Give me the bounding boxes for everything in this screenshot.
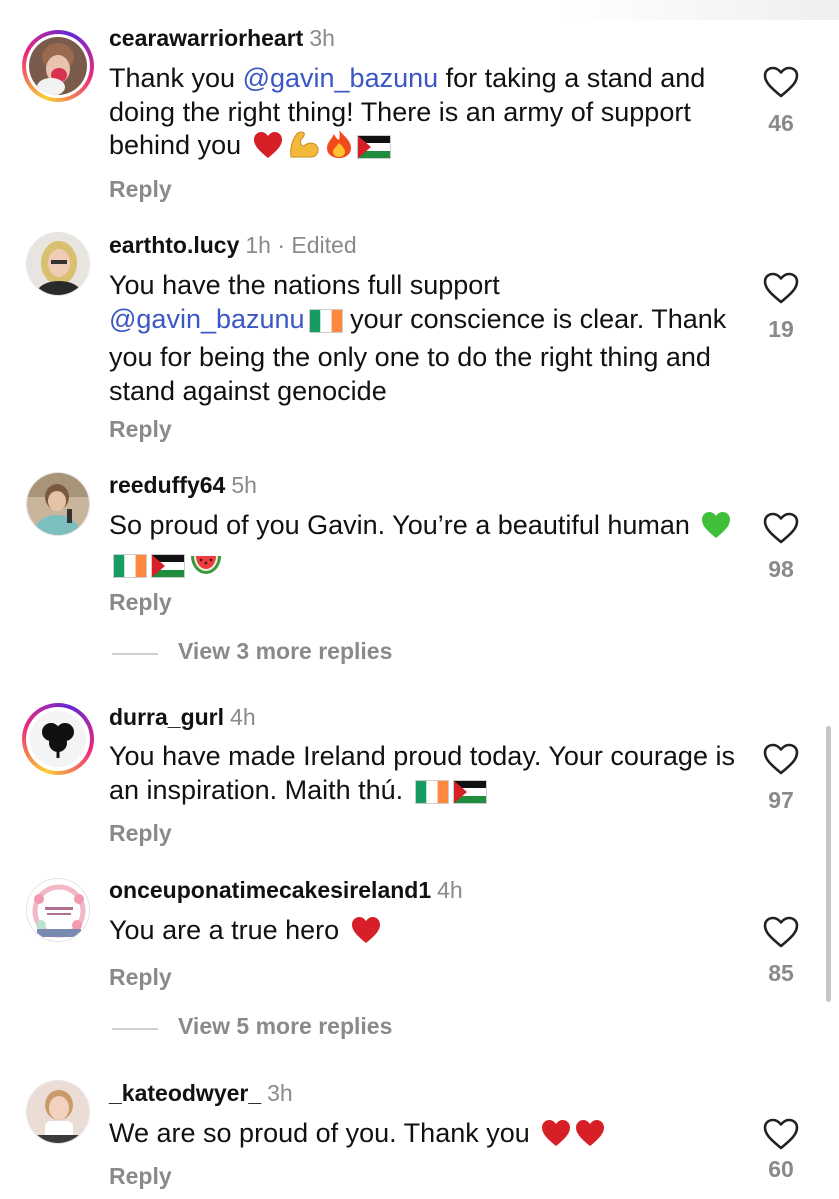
comment-text: So proud of you Gavin. You’re a beautifu…: [109, 509, 739, 586]
top-shadow: [560, 0, 839, 20]
like-count: 46: [768, 110, 794, 136]
comment-time: 1h: [245, 232, 271, 258]
like-count: 85: [768, 960, 794, 986]
comment-text-part: Thank you: [109, 63, 243, 93]
heart-outline-icon[interactable]: [763, 1118, 799, 1150]
like-button[interactable]: 85: [755, 916, 807, 987]
comment-text: Thank you @gavin_bazunu for taking a sta…: [109, 62, 739, 168]
reply-button[interactable]: Reply: [109, 820, 172, 847]
heart-outline-icon[interactable]: [763, 272, 799, 304]
mention-link[interactable]: @gavin_bazunu: [109, 304, 305, 334]
comment-text-part: So proud of you Gavin. You’re a beautifu…: [109, 510, 690, 540]
avatar[interactable]: [22, 228, 94, 300]
like-count: 19: [768, 316, 794, 342]
comment-time: 5h: [231, 472, 257, 498]
palestine-flag-emoji: [452, 779, 487, 813]
avatar[interactable]: [22, 1076, 94, 1148]
like-button[interactable]: 19: [755, 272, 807, 343]
comment-time: 3h: [267, 1080, 293, 1106]
palestine-flag-emoji: [356, 134, 391, 168]
like-button[interactable]: 98: [755, 512, 807, 583]
avatar[interactable]: [22, 874, 94, 946]
reply-button[interactable]: Reply: [109, 176, 172, 203]
red-heart-emoji: [253, 131, 283, 168]
like-button[interactable]: 60: [755, 1118, 807, 1183]
like-count: 60: [768, 1156, 794, 1182]
comment-username[interactable]: reeduffy64: [109, 472, 225, 498]
ireland-flag-emoji: [308, 308, 343, 342]
avatar[interactable]: [22, 30, 94, 102]
like-count: 97: [768, 787, 794, 813]
comment-username[interactable]: cearawarriorheart: [109, 25, 303, 51]
comment-username[interactable]: durra_gurl: [109, 704, 224, 730]
comment-username[interactable]: earthto.lucy: [109, 232, 239, 258]
comment-text-part: You are a true hero: [109, 915, 340, 945]
red-heart-emoji: [541, 1119, 571, 1156]
palestine-flag-emoji: [151, 553, 185, 587]
ireland-flag-emoji: [414, 779, 449, 813]
comment-meta: _kateodwyer_ 3h: [109, 1079, 293, 1107]
comment-meta: cearawarriorheart 3h: [109, 24, 335, 52]
view-more-replies-label[interactable]: View 3 more replies: [178, 638, 392, 665]
comment-time: 3h: [309, 25, 335, 51]
comment-text: You have the nations full support @gavin…: [109, 269, 739, 408]
comment-time: 4h: [437, 877, 463, 903]
comment-meta: reeduffy64 5h: [109, 471, 257, 499]
reply-button[interactable]: Reply: [109, 589, 172, 616]
reply-button[interactable]: Reply: [109, 1163, 172, 1190]
divider-line: [112, 653, 158, 655]
ireland-flag-emoji: [113, 553, 147, 587]
comment-meta: onceuponatimecakesireland1 4h: [109, 876, 463, 904]
red-heart-emoji: [351, 916, 381, 953]
watermelon-emoji: [189, 550, 223, 587]
reply-button[interactable]: Reply: [109, 416, 172, 443]
red-heart-emoji: [575, 1119, 605, 1156]
comments-list: cearawarriorheart 3h Thank you @gavin_baz…: [0, 0, 839, 1199]
like-count: 98: [768, 556, 794, 582]
like-button[interactable]: 97: [755, 743, 807, 814]
comment-meta: durra_gurl 4h: [109, 703, 256, 731]
avatar[interactable]: [22, 703, 94, 775]
comment-text: You have made Ireland proud today. Your …: [109, 740, 739, 812]
comment-text-part: You have the nations full support: [109, 270, 500, 300]
divider-line: [112, 1028, 158, 1030]
mention-link[interactable]: @gavin_bazunu: [243, 63, 439, 93]
view-more-replies-label[interactable]: View 5 more replies: [178, 1013, 392, 1040]
comment-text-part: We are so proud of you. Thank you: [109, 1118, 530, 1148]
heart-outline-icon[interactable]: [763, 66, 799, 98]
comment-username[interactable]: _kateodwyer_: [109, 1080, 261, 1106]
fire-emoji: [325, 129, 353, 168]
heart-outline-icon[interactable]: [763, 743, 799, 775]
heart-outline-icon[interactable]: [763, 916, 799, 948]
scrollbar[interactable]: [826, 726, 831, 1002]
edited-label: · Edited: [277, 232, 357, 258]
comment-text: We are so proud of you. Thank you: [109, 1117, 739, 1156]
comment-meta: earthto.lucy 1h · Edited: [109, 231, 357, 259]
green-heart-emoji: [701, 511, 731, 548]
avatar[interactable]: [22, 468, 94, 540]
like-button[interactable]: 46: [755, 66, 807, 137]
flexed-biceps-emoji: [287, 129, 321, 168]
comment-username[interactable]: onceuponatimecakesireland1: [109, 877, 431, 903]
comment-text: You are a true hero: [109, 914, 739, 953]
heart-outline-icon[interactable]: [763, 512, 799, 544]
comment-time: 4h: [230, 704, 256, 730]
reply-button[interactable]: Reply: [109, 964, 172, 991]
